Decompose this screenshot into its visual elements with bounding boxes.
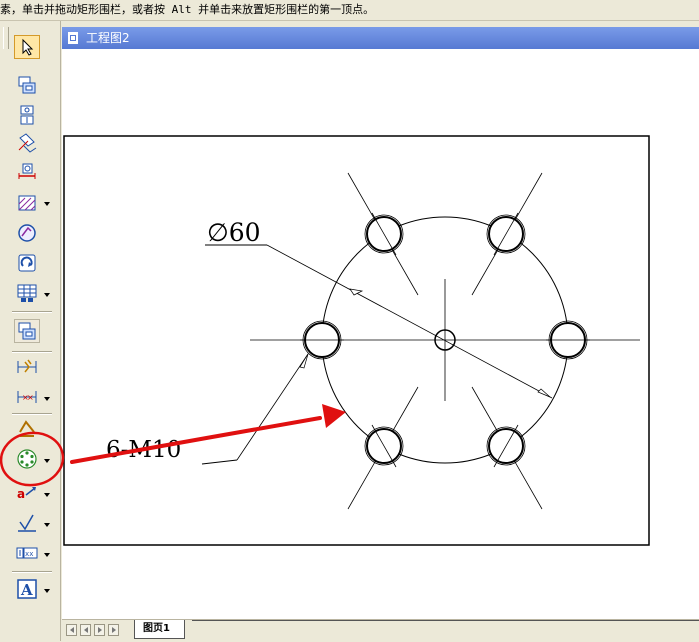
- table-icon: [17, 284, 37, 302]
- svg-text:xx: xx: [25, 550, 33, 558]
- sheet-tab-line: [192, 620, 699, 621]
- svg-text:a: a: [17, 487, 25, 501]
- projected-view-tool-button[interactable]: [14, 103, 40, 127]
- linear-dimension-tool-button[interactable]: × ×: [14, 385, 40, 409]
- leader-note-icon: a: [17, 487, 36, 501]
- rotate-view-icon: [18, 254, 36, 272]
- sheet-tab-bar: 图页1: [62, 619, 699, 642]
- surface-finish-dropdown-arrow[interactable]: [44, 523, 50, 527]
- next-sheet-button[interactable]: [94, 624, 105, 636]
- auxiliary-view-icon: [18, 133, 37, 153]
- center-mark-icon: [19, 420, 35, 437]
- hole-callout-leader: [236, 353, 309, 461]
- diameter-arrowhead: [349, 288, 364, 296]
- diameter-label: ∅60: [207, 218, 261, 247]
- section-view-tool-button[interactable]: [14, 159, 40, 183]
- center-mark-tool-button[interactable]: [14, 417, 40, 441]
- hole: [364, 212, 404, 256]
- linear-dimension-dropdown-arrow[interactable]: [44, 397, 50, 401]
- smart-dimension-tool-button[interactable]: [14, 355, 40, 379]
- toolbar-grip[interactable]: [3, 27, 9, 49]
- text-dropdown-arrow[interactable]: [44, 589, 50, 593]
- svg-text:×: ×: [27, 393, 34, 402]
- weld-symbol-icon: xx: [16, 547, 38, 559]
- first-sheet-button[interactable]: [66, 624, 77, 636]
- auxiliary-view-tool-button[interactable]: [14, 131, 40, 155]
- table-tool-button[interactable]: [14, 281, 40, 305]
- surface-finish-tool-button[interactable]: [14, 511, 40, 535]
- hole-callout-label: 6-M10: [106, 437, 181, 463]
- select-tool-button[interactable]: [14, 35, 40, 59]
- hole: [486, 212, 526, 256]
- text-tool-button[interactable]: A: [14, 577, 40, 601]
- document-title: 工程图2: [86, 31, 130, 45]
- table-dropdown-arrow[interactable]: [44, 293, 50, 297]
- sheet-tab-label: 图页1: [143, 623, 170, 634]
- text-icon: A: [17, 579, 37, 599]
- sheet-tab[interactable]: 图页1: [134, 620, 185, 639]
- drawing-toolbar: × × a xx A: [0, 21, 61, 641]
- toolbar-separator: [12, 311, 52, 313]
- hole-callout-shoulder: [201, 459, 238, 465]
- smart-dimension-icon: [17, 359, 37, 373]
- diameter-leader-line: [266, 244, 553, 399]
- weld-symbol-tool-button[interactable]: xx: [14, 541, 40, 565]
- diameter-arrowhead: [537, 388, 551, 398]
- linear-dimension-icon: ××: [17, 391, 37, 403]
- model-view-icon: [18, 76, 36, 94]
- hole: [486, 424, 526, 468]
- hatch-tool-button[interactable]: [14, 191, 40, 215]
- view-tool-button[interactable]: [14, 319, 40, 343]
- status-bar: 素，单击并拖动矩形围栏，或者按 Alt 并单击来放置矩形围栏的第一顶点。: [0, 0, 699, 21]
- hole: [364, 424, 404, 468]
- toolbar-separator: [12, 571, 52, 573]
- toolbar-separator: [12, 351, 52, 353]
- view-icon: [18, 322, 36, 340]
- hole: [300, 320, 344, 360]
- surface-finish-icon: [18, 514, 36, 532]
- model-view-tool-button[interactable]: [14, 73, 40, 97]
- document-title-bar[interactable]: 工程图2: [62, 27, 699, 49]
- hole-callout-arrowhead: [299, 353, 309, 369]
- weld-symbol-dropdown-arrow[interactable]: [44, 553, 50, 557]
- projected-view-icon: [20, 105, 34, 125]
- detail-view-tool-button[interactable]: [14, 221, 40, 245]
- prev-sheet-button[interactable]: [80, 624, 91, 636]
- hatch-dropdown-arrow[interactable]: [44, 202, 50, 206]
- drawing-sheet: ∅60 6-M10: [63, 135, 650, 546]
- select-arrow-icon: [22, 38, 34, 56]
- last-sheet-button[interactable]: [108, 624, 119, 636]
- drawing-window: 工程图2 ∅60 6-M10 图页1: [62, 27, 699, 642]
- section-view-icon: [18, 163, 36, 179]
- rotate-view-tool-button[interactable]: [14, 251, 40, 275]
- drawing-canvas[interactable]: ∅60 6-M10: [62, 49, 699, 619]
- detail-view-icon: [18, 224, 36, 242]
- bolt-circle-tool-button[interactable]: [14, 447, 40, 471]
- svg-text:A: A: [20, 581, 33, 599]
- leader-note-dropdown-arrow[interactable]: [44, 493, 50, 497]
- status-text: 素，单击并拖动矩形围栏，或者按 Alt 并单击来放置矩形围栏的第一顶点。: [0, 3, 375, 16]
- toolbar-separator: [12, 413, 52, 415]
- bolt-circle-icon: [17, 449, 37, 469]
- leader-note-tool-button[interactable]: a: [14, 481, 40, 505]
- hatch-icon: [18, 195, 36, 211]
- bolt-circle-dropdown-arrow[interactable]: [44, 459, 50, 463]
- hole: [546, 320, 590, 360]
- document-icon: [68, 32, 78, 44]
